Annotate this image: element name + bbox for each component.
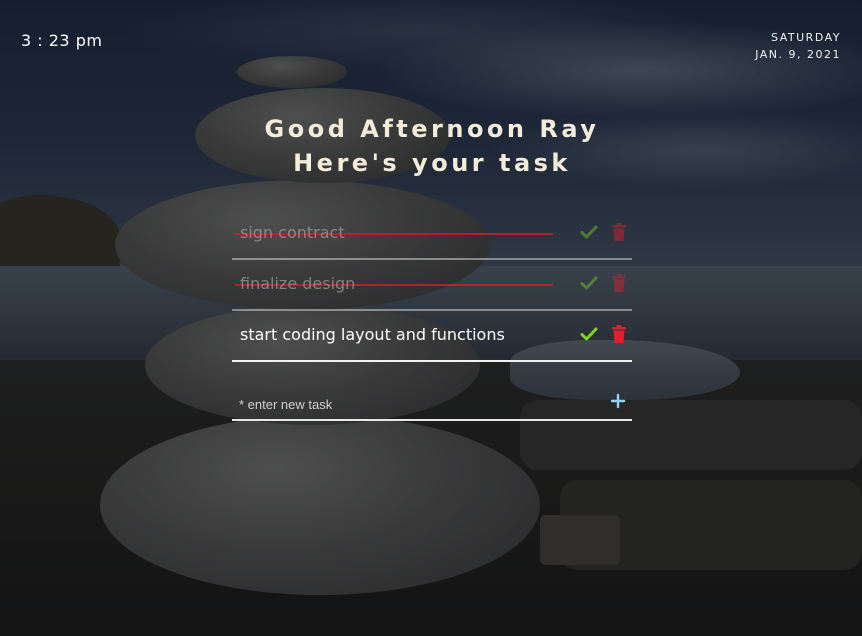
greeting: Good Afternoon Ray Here's your task bbox=[232, 112, 632, 180]
weekday: SATURDAY bbox=[771, 31, 841, 44]
plus-icon bbox=[610, 393, 626, 409]
task-item: sign contract bbox=[232, 209, 632, 260]
new-task-form bbox=[232, 384, 632, 421]
date-display: SATURDAY JAN. 9, 2021 bbox=[755, 29, 841, 63]
check-icon bbox=[580, 327, 598, 341]
task-text[interactable]: sign contract bbox=[240, 223, 345, 242]
task-item: start coding layout and functions bbox=[232, 311, 632, 362]
check-icon bbox=[580, 225, 598, 239]
delete-button[interactable] bbox=[612, 223, 626, 241]
full-date: JAN. 9, 2021 bbox=[755, 48, 841, 61]
trash-icon bbox=[612, 274, 626, 292]
delete-button[interactable] bbox=[612, 325, 626, 343]
add-task-button[interactable] bbox=[610, 393, 626, 409]
task-list: sign contract finalize design start codi… bbox=[232, 209, 632, 362]
task-text[interactable]: finalize design bbox=[240, 274, 355, 293]
complete-button[interactable] bbox=[580, 274, 598, 292]
task-heading: Here's your task bbox=[293, 149, 571, 177]
new-task-input[interactable] bbox=[232, 390, 601, 418]
greeting-line: Good Afternoon Ray bbox=[264, 115, 600, 143]
trash-icon bbox=[612, 325, 626, 343]
check-icon bbox=[580, 276, 598, 290]
delete-button[interactable] bbox=[612, 274, 626, 292]
task-text[interactable]: start coding layout and functions bbox=[240, 325, 505, 344]
trash-icon bbox=[612, 223, 626, 241]
complete-button[interactable] bbox=[580, 223, 598, 241]
task-item: finalize design bbox=[232, 260, 632, 311]
clock: 3 : 23 pm bbox=[21, 31, 103, 50]
complete-button[interactable] bbox=[580, 325, 598, 343]
